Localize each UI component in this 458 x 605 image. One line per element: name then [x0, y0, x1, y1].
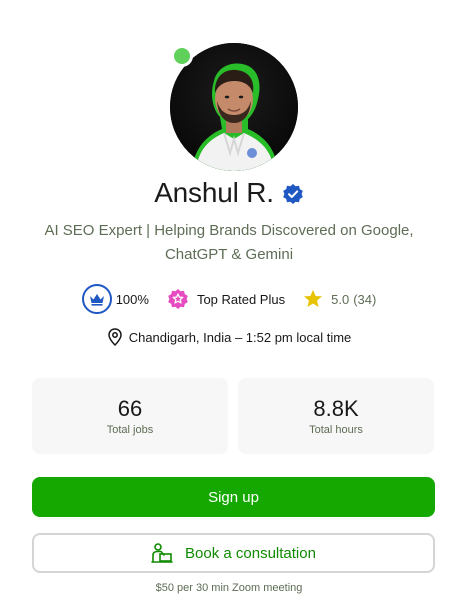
- consultation-icon: [151, 542, 173, 564]
- profile-avatar-container: [170, 43, 298, 171]
- total-hours-label: Total hours: [309, 424, 363, 436]
- top-rated-label: Top Rated Plus: [196, 291, 286, 307]
- profile-stats: 100% Top Rated Plus 5.0 (34): [0, 284, 458, 314]
- online-status-dot: [171, 45, 193, 67]
- book-consultation-button[interactable]: Book a consultation: [32, 533, 435, 573]
- location-text: Chandigarh, India – 1:52 pm local time: [128, 329, 352, 345]
- rating-count: (34): [353, 291, 377, 307]
- rating-stat[interactable]: 5.0 (34): [303, 289, 376, 309]
- job-success-score: 100%: [115, 291, 149, 307]
- stats-cards: 66 Total jobs 8.8K Total hours: [32, 378, 434, 454]
- total-hours-card: 8.8K Total hours: [238, 378, 434, 454]
- location-pin-icon: [107, 328, 123, 347]
- consultation-price-note: $50 per 30 min Zoom meeting: [155, 582, 303, 594]
- book-consultation-label: Book a consultation: [185, 544, 316, 562]
- total-jobs-label: Total jobs: [106, 424, 154, 436]
- verified-badge-icon: [282, 183, 304, 205]
- profile-name: Anshul R.: [154, 177, 274, 208]
- location-row: Chandigarh, India – 1:52 pm local time: [0, 328, 458, 347]
- crown-icon: [81, 284, 112, 314]
- total-jobs-value: 66: [117, 396, 143, 421]
- star-icon: [303, 289, 323, 309]
- name-row: Anshul R.: [0, 177, 458, 209]
- top-rated-plus-icon: [167, 288, 189, 310]
- total-hours-value: 8.8K: [313, 396, 359, 421]
- total-jobs-card: 66 Total jobs: [32, 378, 228, 454]
- rating-value: 5.0: [331, 291, 350, 307]
- profile-title: AI SEO Expert | Helping Brands Discovere…: [44, 222, 414, 263]
- signup-button[interactable]: Sign up: [32, 477, 435, 517]
- top-rated-stat[interactable]: Top Rated Plus: [167, 288, 285, 310]
- job-success-stat[interactable]: 100%: [81, 284, 149, 314]
